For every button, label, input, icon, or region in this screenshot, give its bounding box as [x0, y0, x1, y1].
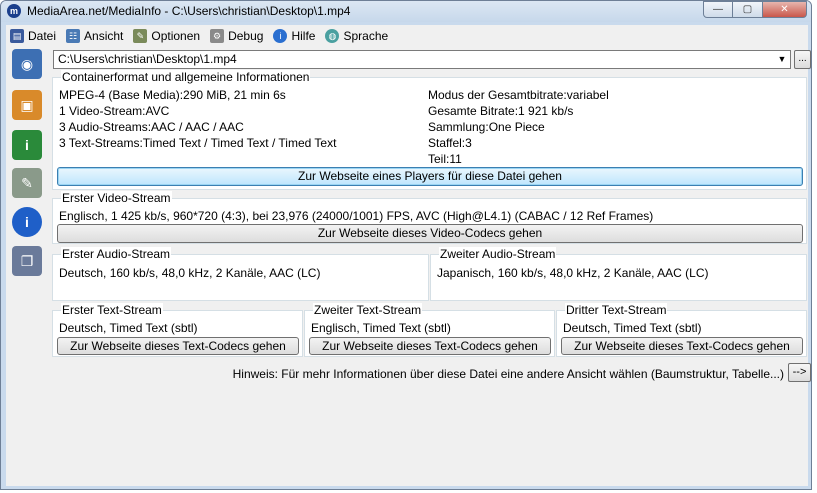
- video-legend: Erster Video-Stream: [61, 191, 172, 205]
- menu-datei[interactable]: ▤ Datei: [10, 28, 57, 43]
- mediainfo-icon[interactable]: m: [7, 4, 21, 18]
- window-title: MediaArea.net/MediaInfo - C:\Users\chris…: [27, 4, 351, 18]
- text-group-1: Erster Text-Stream Deutsch, Timed Text (…: [52, 303, 303, 357]
- text-codec-website-button[interactable]: Zur Webseite dieses Text-Codecs gehen: [309, 337, 551, 355]
- export-info-icon[interactable]: i: [12, 130, 42, 160]
- maximize-button[interactable]: ▢: [733, 1, 763, 18]
- language-icon: ◍: [325, 28, 340, 43]
- audio-info-line: Deutsch, 160 kb/s, 48,0 kHz, 2 Kanäle, A…: [59, 266, 321, 280]
- view-hint: Hinweis: Für mehr Informationen über die…: [232, 367, 784, 381]
- menu-bar: ▤ Datei ☷ Ansicht ✎ Optionen ⚙ Debug i H…: [6, 25, 808, 46]
- video-codec-website-button[interactable]: Zur Webseite dieses Video-Codecs gehen: [57, 224, 803, 243]
- general-info-line: Gesamte Bitrate:1 921 kb/s: [428, 104, 574, 118]
- title-bar[interactable]: m MediaArea.net/MediaInfo - C:\Users\chr…: [1, 1, 811, 22]
- open-file-icon[interactable]: ◉: [12, 49, 42, 79]
- audio-group-2: Zweiter Audio-Stream Japanisch, 160 kb/s…: [430, 247, 807, 301]
- text-legend: Dritter Text-Stream: [565, 303, 668, 317]
- caption-buttons: — ▢ ✕: [703, 1, 807, 18]
- text-group-3: Dritter Text-Stream Deutsch, Timed Text …: [556, 303, 807, 357]
- audio-group-1: Erster Audio-Stream Deutsch, 160 kb/s, 4…: [52, 247, 429, 301]
- menu-label: Hilfe: [291, 28, 316, 43]
- debug-icon: ⚙: [210, 28, 225, 43]
- general-info-line: Staffel:3: [428, 136, 472, 150]
- text-legend: Zweiter Text-Stream: [313, 303, 423, 317]
- file-selector[interactable]: C:\Users\christian\Desktop\1.mp4 ▼: [53, 50, 791, 69]
- general-info-line: 1 Video-Stream:AVC: [59, 104, 170, 118]
- next-view-button[interactable]: -->: [788, 363, 811, 382]
- copy-icon[interactable]: ❐: [12, 246, 42, 276]
- file-path: C:\Users\christian\Desktop\1.mp4: [58, 52, 237, 66]
- general-info-line: 3 Audio-Streams:AAC / AAC / AAC: [59, 120, 244, 134]
- menu-label: Datei: [28, 28, 57, 43]
- file-icon: ▤: [10, 28, 24, 43]
- audio-legend: Zweiter Audio-Stream: [439, 247, 557, 261]
- minimize-button[interactable]: —: [703, 1, 733, 18]
- menu-debug[interactable]: ⚙ Debug: [210, 28, 264, 43]
- chevron-down-icon[interactable]: ▼: [776, 51, 788, 68]
- menu-label: Sprache: [343, 28, 389, 43]
- general-info-line: Teil:11: [428, 152, 462, 166]
- help-icon: i: [273, 28, 288, 43]
- menu-optionen[interactable]: ✎ Optionen: [133, 28, 201, 43]
- text-info-line: Deutsch, Timed Text (sbtl): [563, 321, 702, 335]
- menu-hilfe[interactable]: i Hilfe: [273, 28, 316, 43]
- text-legend: Erster Text-Stream: [61, 303, 163, 317]
- player-website-button[interactable]: Zur Webseite eines Players für diese Dat…: [57, 167, 803, 186]
- browse-button[interactable]: ...: [794, 50, 811, 69]
- audio-info-line: Japanisch, 160 kb/s, 48,0 kHz, 2 Kanäle,…: [437, 266, 709, 280]
- about-icon[interactable]: i: [12, 207, 42, 237]
- menu-label: Debug: [228, 28, 264, 43]
- general-info-line: MPEG-4 (Base Media):290 MiB, 21 min 6s: [59, 88, 286, 102]
- video-group: Erster Video-Stream Englisch, 1 425 kb/s…: [52, 191, 807, 244]
- text-codec-website-button[interactable]: Zur Webseite dieses Text-Codecs gehen: [57, 337, 299, 355]
- menu-ansicht[interactable]: ☷ Ansicht: [66, 28, 124, 43]
- client-area: ◉ ▣ i ✎ i ❐ C:\Users\christian\Desktop\1…: [6, 46, 811, 486]
- text-group-2: Zweiter Text-Stream Englisch, Timed Text…: [304, 303, 555, 357]
- general-legend: Containerformat und allgemeine Informati…: [61, 70, 311, 84]
- audio-legend: Erster Audio-Stream: [61, 247, 172, 261]
- text-codec-website-button[interactable]: Zur Webseite dieses Text-Codecs gehen: [561, 337, 803, 355]
- menu-label: Ansicht: [84, 28, 124, 43]
- text-info-line: Englisch, Timed Text (sbtl): [311, 321, 451, 335]
- general-group: Containerformat und allgemeine Informati…: [52, 70, 807, 190]
- general-info-line: Modus der Gesamtbitrate:variabel: [428, 88, 609, 102]
- video-info-line: Englisch, 1 425 kb/s, 960*720 (4:3), bei…: [59, 209, 654, 223]
- close-button[interactable]: ✕: [763, 1, 807, 18]
- basic-view: C:\Users\christian\Desktop\1.mp4 ▼ ... C…: [50, 46, 811, 486]
- menu-label: Optionen: [151, 28, 201, 43]
- options-icon: ✎: [133, 28, 148, 43]
- general-info-line: Sammlung:One Piece: [428, 120, 545, 134]
- main-window: m MediaArea.net/MediaInfo - C:\Users\chr…: [0, 0, 812, 490]
- sidebar-toolbar: ◉ ▣ i ✎ i ❐: [6, 46, 49, 486]
- open-folder-icon[interactable]: ▣: [12, 90, 42, 120]
- text-info-line: Deutsch, Timed Text (sbtl): [59, 321, 198, 335]
- view-icon: ☷: [66, 28, 81, 43]
- general-info-line: 3 Text-Streams:Timed Text / Timed Text /…: [59, 136, 337, 150]
- menu-sprache[interactable]: ◍ Sprache: [325, 28, 389, 43]
- preferences-icon[interactable]: ✎: [12, 168, 42, 198]
